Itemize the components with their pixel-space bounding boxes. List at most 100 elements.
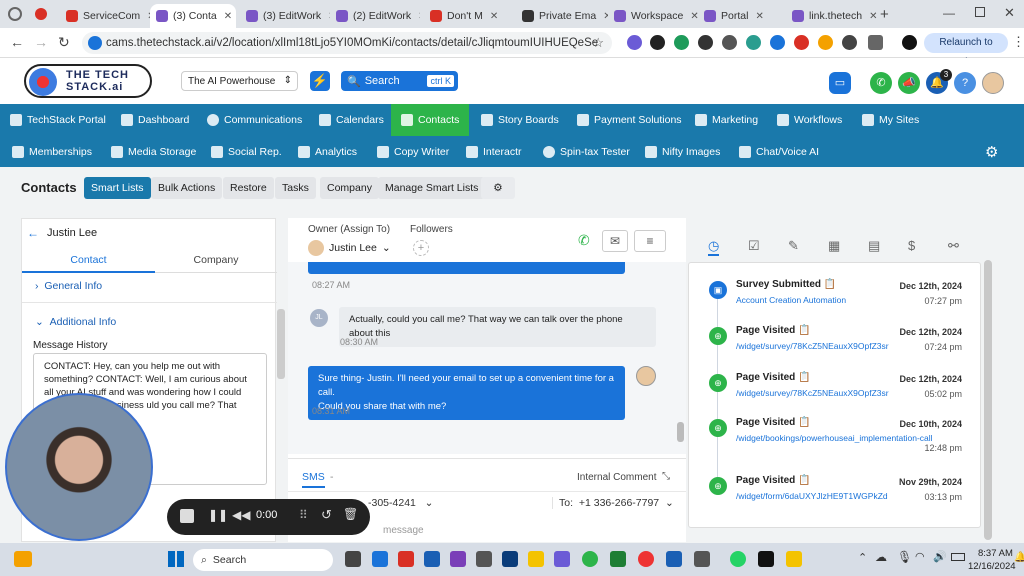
nav-item-my-sites[interactable]: My Sites — [862, 104, 919, 136]
browser-tab-8[interactable]: link.thetech ✕ — [786, 4, 878, 28]
bulk-actions-button[interactable]: Bulk Actions — [151, 177, 223, 199]
nav-item-spin-tax-tester[interactable]: Spin-tax Tester — [543, 136, 630, 167]
wifi-icon[interactable]: ◠ — [915, 550, 925, 563]
nav-item-dashboard[interactable]: Dashboard — [121, 104, 189, 136]
notification-center-icon[interactable]: 🔔 — [1014, 552, 1024, 563]
to-number-select[interactable]: To: +1 336-266-7797 ⌄ — [552, 497, 674, 509]
smart-lists-button[interactable]: Smart Lists — [84, 177, 151, 199]
internal-comment-tab[interactable]: Internal Comment — [577, 472, 656, 483]
taskbar-search[interactable]: ⌕ Search — [193, 549, 333, 571]
browser-tab-4[interactable]: Don't M ✕ — [424, 4, 516, 28]
drag-handle-icon[interactable]: ⠿ — [299, 508, 308, 522]
taskbar-app-icon[interactable] — [450, 551, 466, 567]
extension-icon[interactable] — [746, 35, 761, 50]
nav-item-techstack-portal[interactable]: TechStack Portal — [10, 104, 106, 136]
activity-link[interactable]: /widget/form/6daUXYJlzHE9T1WGPkZd — [736, 491, 888, 501]
taskbar-app-icon[interactable] — [398, 551, 414, 567]
clipboard-icon[interactable]: 📋 — [798, 325, 810, 336]
activity-link[interactable]: /widget/survey/78KcZ5NEauxX9OpfZ3sr — [736, 388, 889, 398]
nav-item-memberships[interactable]: Memberships — [12, 136, 92, 167]
messages-area[interactable]: 08:27 AM JL Actually, could you call me?… — [288, 262, 686, 454]
filter-button[interactable]: ≡ — [634, 230, 666, 252]
trash-icon[interactable]: 🗑 — [343, 507, 358, 521]
browser-tab-7[interactable]: Portal ✕ — [698, 4, 786, 28]
restore-button[interactable]: Restore — [223, 177, 274, 199]
nav-item-nifty-images[interactable]: Nifty Images — [645, 136, 720, 167]
activity-feed[interactable]: ▣ Survey Submitted 📋 Account Creation Au… — [688, 262, 981, 528]
extension-icon[interactable] — [698, 35, 713, 50]
nav-item-chat-voice-ai[interactable]: Chat/Voice AI — [739, 136, 819, 167]
pinned-tab-icon[interactable] — [35, 8, 47, 20]
settings-gear-icon[interactable]: ⚙ — [985, 143, 998, 161]
tab-search-icon[interactable] — [8, 7, 22, 21]
appointments-calendar-icon[interactable]: ▦ — [828, 238, 840, 254]
browser-tab-1[interactable]: (3) Conta ✕ — [150, 4, 236, 28]
global-search-button[interactable]: 🔍 Search ctrl K — [341, 71, 458, 91]
activity-link[interactable]: /widget/survey/78KcZ5NEauxX9OpfZ3sr — [736, 341, 889, 351]
nav-item-social-rep[interactable]: Social Rep. — [211, 136, 282, 167]
add-follower-button[interactable]: + — [413, 240, 429, 256]
activity-link[interactable]: /widget/bookings/powerhouseai_implementa… — [736, 433, 933, 443]
page-scrollbar[interactable] — [984, 260, 992, 540]
browser-tab-3[interactable]: (2) EditWork✕ — [330, 4, 420, 28]
activity-item[interactable]: ▣ Survey Submitted 📋 Account Creation Au… — [689, 275, 982, 319]
extension-icon[interactable] — [722, 35, 737, 50]
browser-tab-5[interactable]: Private Ema ✕ — [516, 4, 608, 28]
pause-icon[interactable]: ❚❚ — [208, 508, 228, 522]
call-phone-icon[interactable]: ✆ — [578, 232, 590, 249]
taskbar-app-icon[interactable] — [730, 551, 746, 567]
taskbar-app-icon[interactable] — [694, 551, 710, 567]
activity-timeline-icon[interactable]: ◷ — [708, 238, 720, 256]
browser-tab-2[interactable]: (3) EditWork✕ — [240, 4, 330, 28]
forward-icon[interactable]: → — [34, 34, 48, 50]
help-icon[interactable]: ? — [954, 72, 976, 94]
activity-item[interactable]: ⊕ Page Visited 📋 /widget/bookings/powerh… — [689, 413, 982, 457]
section-general-info[interactable]: › General Info — [35, 280, 102, 292]
battery-icon[interactable] — [951, 553, 965, 561]
taskbar-app-icon[interactable] — [666, 551, 682, 567]
browser-tab-6[interactable]: Workspace ✕ — [608, 4, 698, 28]
owner-select[interactable]: Justin Lee ⌄ — [308, 240, 391, 256]
email-button[interactable]: ✉ — [602, 230, 628, 252]
site-info-icon[interactable] — [88, 36, 102, 50]
extension-icon[interactable] — [794, 35, 809, 50]
taskbar-app-icon[interactable] — [372, 551, 388, 567]
tab-company[interactable]: Company — [155, 249, 277, 273]
microphone-icon[interactable]: 🎙 — [897, 550, 912, 564]
quick-action-bolt-button[interactable]: ⚡ — [310, 71, 330, 91]
channel-tab-sms[interactable]: SMS — [302, 471, 325, 488]
tech-stack-logo[interactable]: THE TECH STACK.ai — [24, 64, 152, 98]
profile-avatar-icon[interactable] — [902, 35, 917, 50]
reload-icon[interactable]: ↻ — [58, 34, 70, 51]
start-windows-icon[interactable] — [168, 551, 184, 567]
notes-pencil-icon[interactable]: ✎ — [788, 238, 799, 254]
close-icon[interactable]: ✕ — [418, 11, 420, 22]
browser-tab-0[interactable]: ServiceCom✕ — [60, 4, 150, 28]
taskbar-app-icon[interactable] — [424, 551, 440, 567]
payments-dollar-icon[interactable]: $ — [908, 238, 915, 253]
nav-item-marketing[interactable]: Marketing — [695, 104, 758, 136]
extension-icon[interactable] — [842, 35, 857, 50]
back-icon[interactable]: ← — [10, 34, 24, 50]
close-icon[interactable]: ✕ — [224, 11, 232, 22]
taskbar-app-icon[interactable] — [786, 551, 802, 567]
tab-contact[interactable]: Contact — [22, 249, 155, 273]
nav-item-copy-writer[interactable]: Copy Writer — [377, 136, 449, 167]
clipboard-icon[interactable]: 📋 — [798, 475, 810, 486]
rewind-icon[interactable]: ◀◀ — [232, 508, 250, 522]
user-avatar[interactable] — [982, 72, 1004, 94]
nav-item-analytics[interactable]: Analytics — [298, 136, 357, 167]
url-bar[interactable]: cams.thetechstack.ai/v2/location/xlIml18… — [82, 32, 612, 54]
clock-time[interactable]: 8:37 AM — [978, 548, 1013, 559]
account-select[interactable]: The AI Powerhouse ⇕ — [181, 71, 298, 91]
tasks-checkbox-icon[interactable]: ☑ — [748, 238, 760, 254]
close-window-icon[interactable]: ✕ — [1004, 5, 1015, 21]
nav-item-communications[interactable]: Communications — [207, 104, 302, 136]
nav-item-contacts[interactable]: Contacts — [391, 104, 470, 136]
close-icon[interactable]: ✕ — [869, 11, 877, 22]
taskbar-app-icon[interactable] — [476, 551, 492, 567]
taskbar-app-icon[interactable] — [758, 551, 774, 567]
back-arrow-icon[interactable]: ← — [27, 226, 39, 240]
taskbar-app-icon[interactable] — [345, 551, 361, 567]
messages-scrollbar[interactable] — [677, 422, 684, 442]
